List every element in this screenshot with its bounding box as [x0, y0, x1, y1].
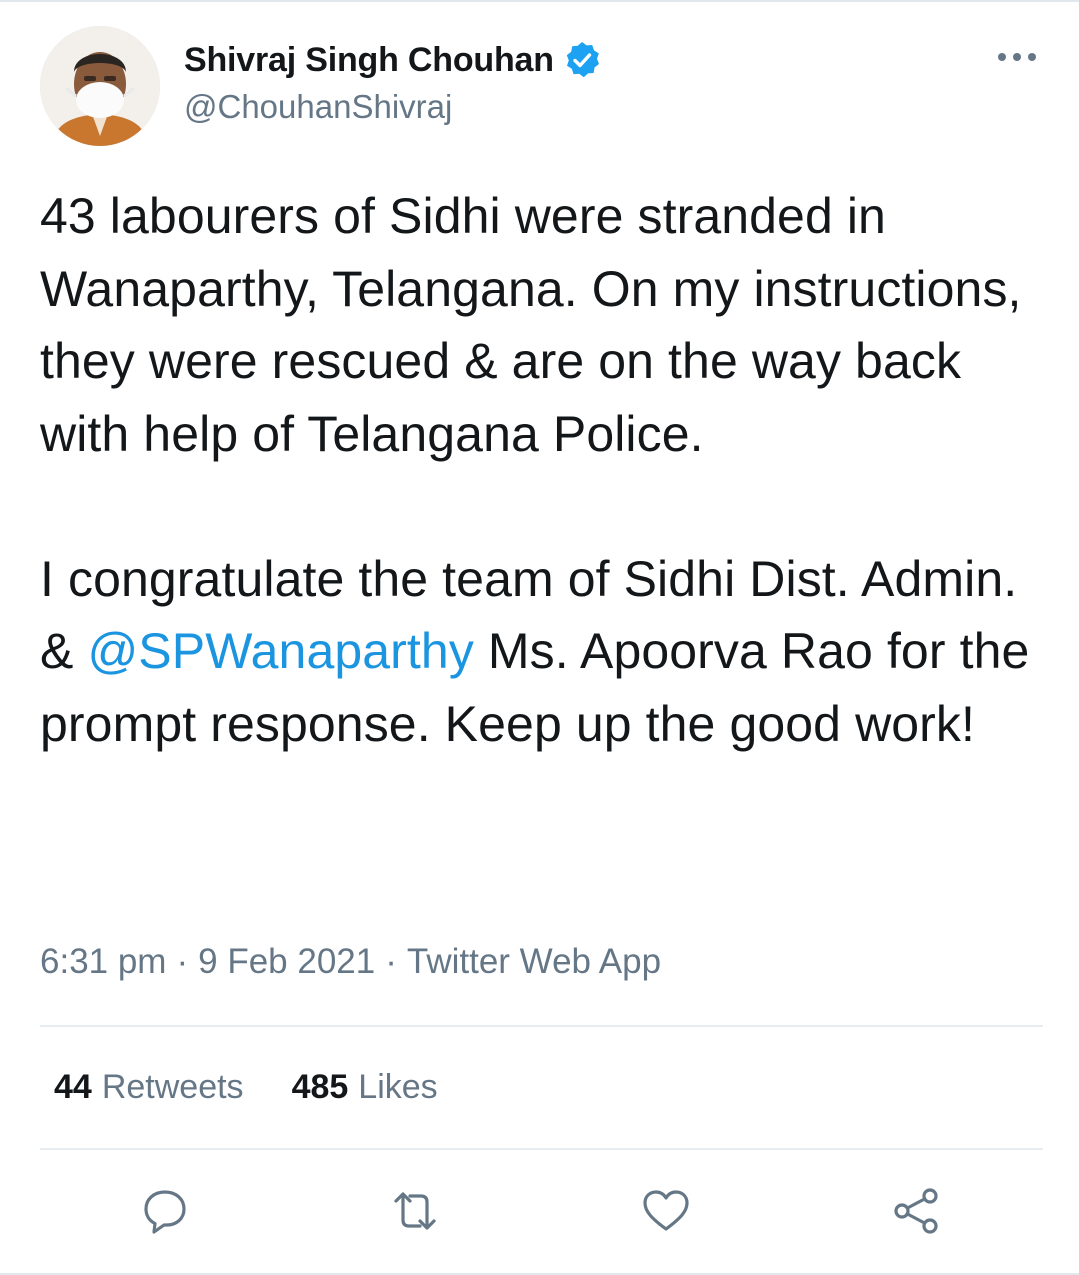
tweet-stats: 44 Retweets 485 Likes	[54, 1068, 438, 1107]
mention-link[interactable]: @SPWanaparthy	[87, 623, 473, 679]
divider	[40, 1148, 1043, 1150]
tweet-text: 43 labourers of Sidhi were stranded in W…	[40, 180, 1050, 760]
divider	[40, 1025, 1043, 1027]
tweet-paragraph-1: 43 labourers of Sidhi were stranded in W…	[40, 188, 1022, 462]
share-icon[interactable]	[891, 1186, 941, 1236]
retweets-count: 44	[54, 1068, 92, 1106]
meta-separator: ·	[385, 942, 397, 981]
tweet-header: Shivraj Singh Chouhan @ChouhanShivraj	[40, 26, 1039, 148]
retweets-stat[interactable]: 44 Retweets	[54, 1068, 244, 1107]
reply-icon[interactable]	[140, 1186, 190, 1236]
like-icon[interactable]	[641, 1186, 691, 1236]
retweets-label: Retweets	[101, 1068, 244, 1106]
tweet-detail-page: Shivraj Singh Chouhan @ChouhanShivraj 43…	[0, 0, 1079, 1275]
author-display-name[interactable]: Shivraj Singh Chouhan	[184, 41, 554, 80]
avatar[interactable]	[40, 26, 160, 146]
likes-stat[interactable]: 485 Likes	[292, 1068, 438, 1107]
author-names: Shivraj Singh Chouhan @ChouhanShivraj	[184, 38, 602, 126]
avatar-image	[40, 26, 160, 146]
verified-badge-icon	[562, 40, 602, 80]
tweet-source[interactable]: Twitter Web App	[407, 942, 661, 981]
retweet-icon[interactable]	[390, 1186, 440, 1236]
tweet-meta: 6:31 pm · 9 Feb 2021 · Twitter Web App	[40, 942, 661, 982]
likes-count: 485	[291, 1068, 349, 1106]
likes-label: Likes	[358, 1068, 438, 1106]
name-row: Shivraj Singh Chouhan	[184, 38, 602, 82]
tweet-time[interactable]: 6:31 pm	[40, 942, 166, 981]
action-bar	[0, 1186, 1079, 1236]
tweet-date[interactable]: 9 Feb 2021	[198, 942, 375, 981]
more-options-icon[interactable]	[995, 42, 1039, 72]
meta-separator: ·	[176, 942, 189, 981]
author-handle[interactable]: @ChouhanShivraj	[184, 88, 602, 126]
tweet-paragraph-2: I congratulate the team of Sidhi Dist. A…	[40, 543, 1050, 761]
